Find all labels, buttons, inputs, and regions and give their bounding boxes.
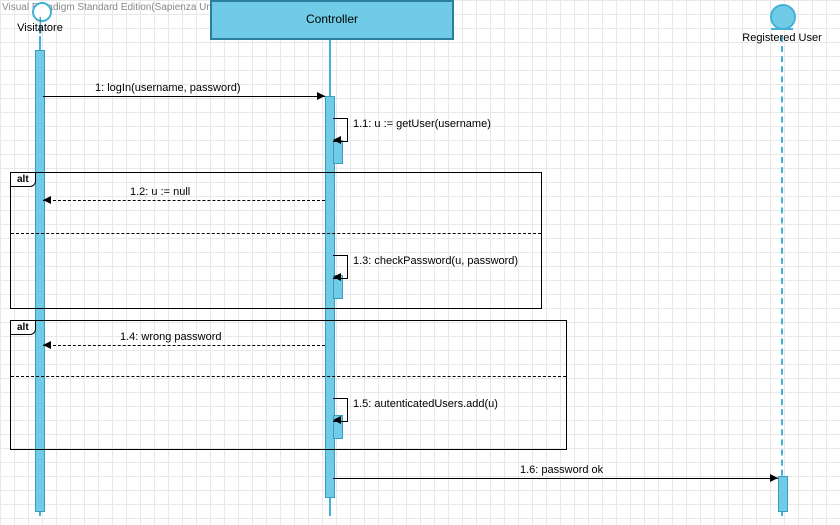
activation-registered <box>778 476 788 512</box>
actor-visitor-label: Visitatore <box>17 22 63 34</box>
participant-controller-label: Controller <box>306 12 358 26</box>
fragment-alt-1: alt <box>10 172 542 309</box>
participant-controller: Controller <box>210 0 454 40</box>
message-m12: 1.2: u := null <box>130 186 190 198</box>
message-m13: 1.3: checkPassword(u, password) <box>353 255 518 267</box>
arrow-m1 <box>43 96 325 97</box>
fragment-alt-1-divider <box>11 233 541 234</box>
message-m15: 1.5: autenticatedUsers.add(u) <box>353 398 498 410</box>
fragment-alt-2-divider <box>11 376 566 377</box>
fragment-alt-2-label: alt <box>10 320 36 335</box>
arrowhead-m11 <box>333 136 341 144</box>
fragment-alt-2: alt <box>10 320 567 450</box>
message-m11: 1.1: u := getUser(username) <box>353 118 491 130</box>
arrowhead-m13 <box>333 273 341 281</box>
arrow-m12 <box>43 200 325 202</box>
message-m16: 1.6: password ok <box>520 464 603 476</box>
actor-registered-label: Registered User <box>742 32 821 44</box>
message-m14: 1.4: wrong password <box>120 331 222 343</box>
arrow-m14 <box>43 345 325 347</box>
arrowhead-m12 <box>43 196 51 204</box>
lifeline-registered <box>781 36 785 516</box>
arrowhead-m14 <box>43 341 51 349</box>
arrowhead-m1 <box>317 92 325 100</box>
arrow-m16 <box>333 478 778 479</box>
actor-registered-baseline <box>771 28 793 30</box>
sequence-diagram-canvas: Visual Paradigm Standard Edition(Sapienz… <box>0 0 840 525</box>
message-m1: 1: logIn(username, password) <box>95 82 241 94</box>
fragment-alt-1-label: alt <box>10 172 36 187</box>
actor-registered-head <box>770 4 796 30</box>
arrowhead-m16 <box>770 474 778 482</box>
arrowhead-m15 <box>333 416 341 424</box>
